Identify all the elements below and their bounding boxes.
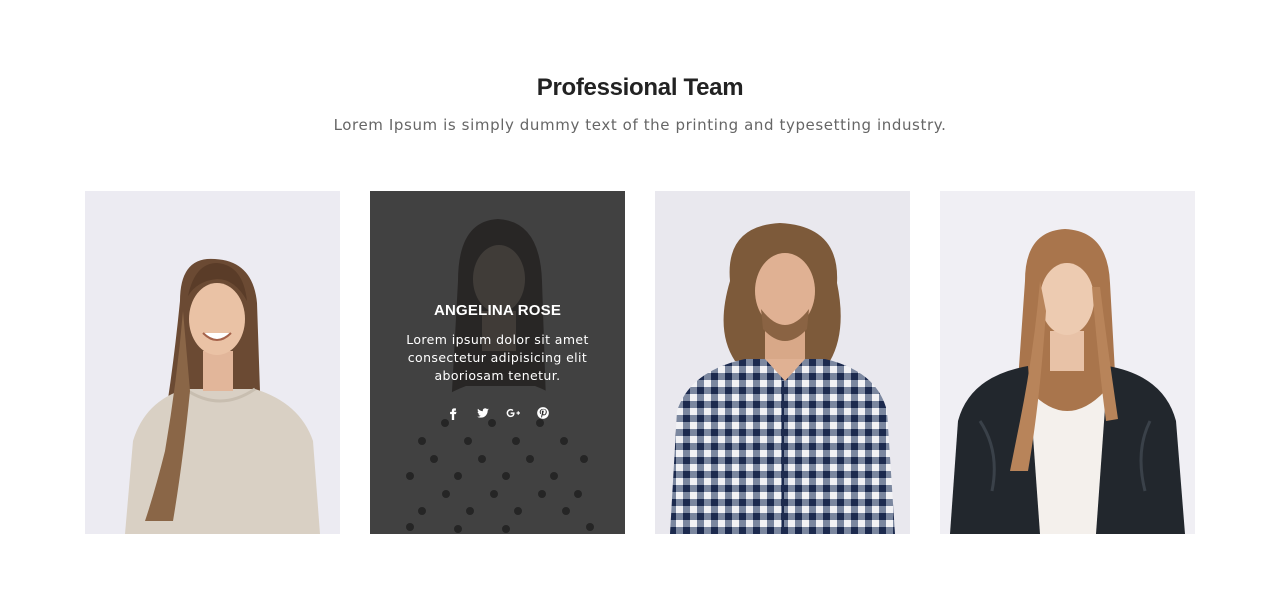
member-overlay: ANGELINA ROSE Lorem ipsum dolor sit amet… <box>370 191 625 534</box>
social-links <box>370 404 625 422</box>
member-name: ANGELINA ROSE <box>433 302 562 319</box>
team-photo-1 <box>85 191 340 534</box>
team-card-1[interactable] <box>85 191 340 534</box>
team-card-3[interactable] <box>655 191 910 534</box>
google-plus-icon[interactable] <box>504 404 522 422</box>
team-photo-4 <box>940 191 1195 534</box>
section-subtitle: Lorem Ipsum is simply dummy text of the … <box>333 116 947 134</box>
team-section: Professional Team Lorem Ipsum is simply … <box>0 0 1280 616</box>
team-photo-3 <box>655 191 910 534</box>
section-title: Professional Team <box>536 74 744 101</box>
facebook-icon[interactable] <box>444 404 462 422</box>
member-bio: Lorem ipsum dolor sit amet consectetur a… <box>406 332 589 383</box>
team-card-4[interactable] <box>940 191 1195 534</box>
twitter-icon[interactable] <box>474 404 492 422</box>
pinterest-icon[interactable] <box>534 404 552 422</box>
team-card-2[interactable]: ANGELINA ROSE Lorem ipsum dolor sit amet… <box>370 191 625 534</box>
